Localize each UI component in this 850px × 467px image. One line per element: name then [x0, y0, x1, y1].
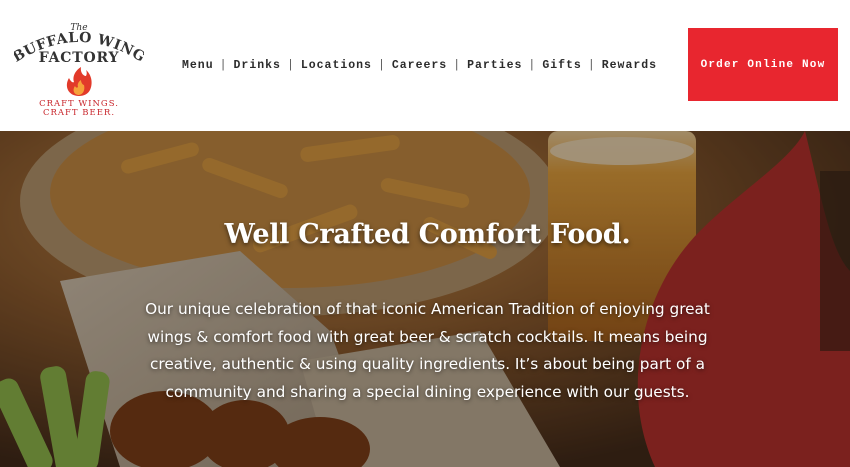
hero-section: Well Crafted Comfort Food. Our unique ce…	[0, 131, 850, 467]
nav-item-drinks[interactable]: Drinks	[234, 59, 281, 72]
hero-title: Well Crafted Comfort Food.	[224, 219, 631, 250]
logo-name-line2: FACTORY	[39, 50, 120, 66]
nav-separator: |	[286, 58, 295, 72]
logo-graphic: The BUFFALO WING FACTORY	[14, 23, 144, 96]
nav-separator: |	[377, 58, 386, 72]
nav-separator: |	[453, 58, 462, 72]
nav-item-menu[interactable]: Menu	[182, 59, 214, 72]
logo-tagline-2: CRAFT BEER.	[42, 108, 116, 118]
flame-icon	[66, 67, 92, 96]
nav-item-rewards[interactable]: Rewards	[602, 59, 657, 72]
site-header: The BUFFALO WING FACTORY CRAFT WINGS. CR…	[0, 0, 850, 131]
brand-logo[interactable]: The BUFFALO WING FACTORY CRAFT WINGS. CR…	[14, 16, 144, 120]
nav-item-careers[interactable]: Careers	[392, 59, 447, 72]
order-online-button[interactable]: Order Online Now	[688, 28, 838, 101]
nav-item-gifts[interactable]: Gifts	[542, 59, 582, 72]
nav-separator: |	[587, 58, 596, 72]
nav-separator: |	[219, 58, 228, 72]
nav-item-locations[interactable]: Locations	[301, 59, 372, 72]
main-nav: Menu | Drinks | Locations | Careers | Pa…	[182, 58, 657, 72]
nav-item-parties[interactable]: Parties	[467, 59, 522, 72]
nav-separator: |	[528, 58, 537, 72]
hero-description: Our unique celebration of that iconic Am…	[145, 300, 710, 401]
